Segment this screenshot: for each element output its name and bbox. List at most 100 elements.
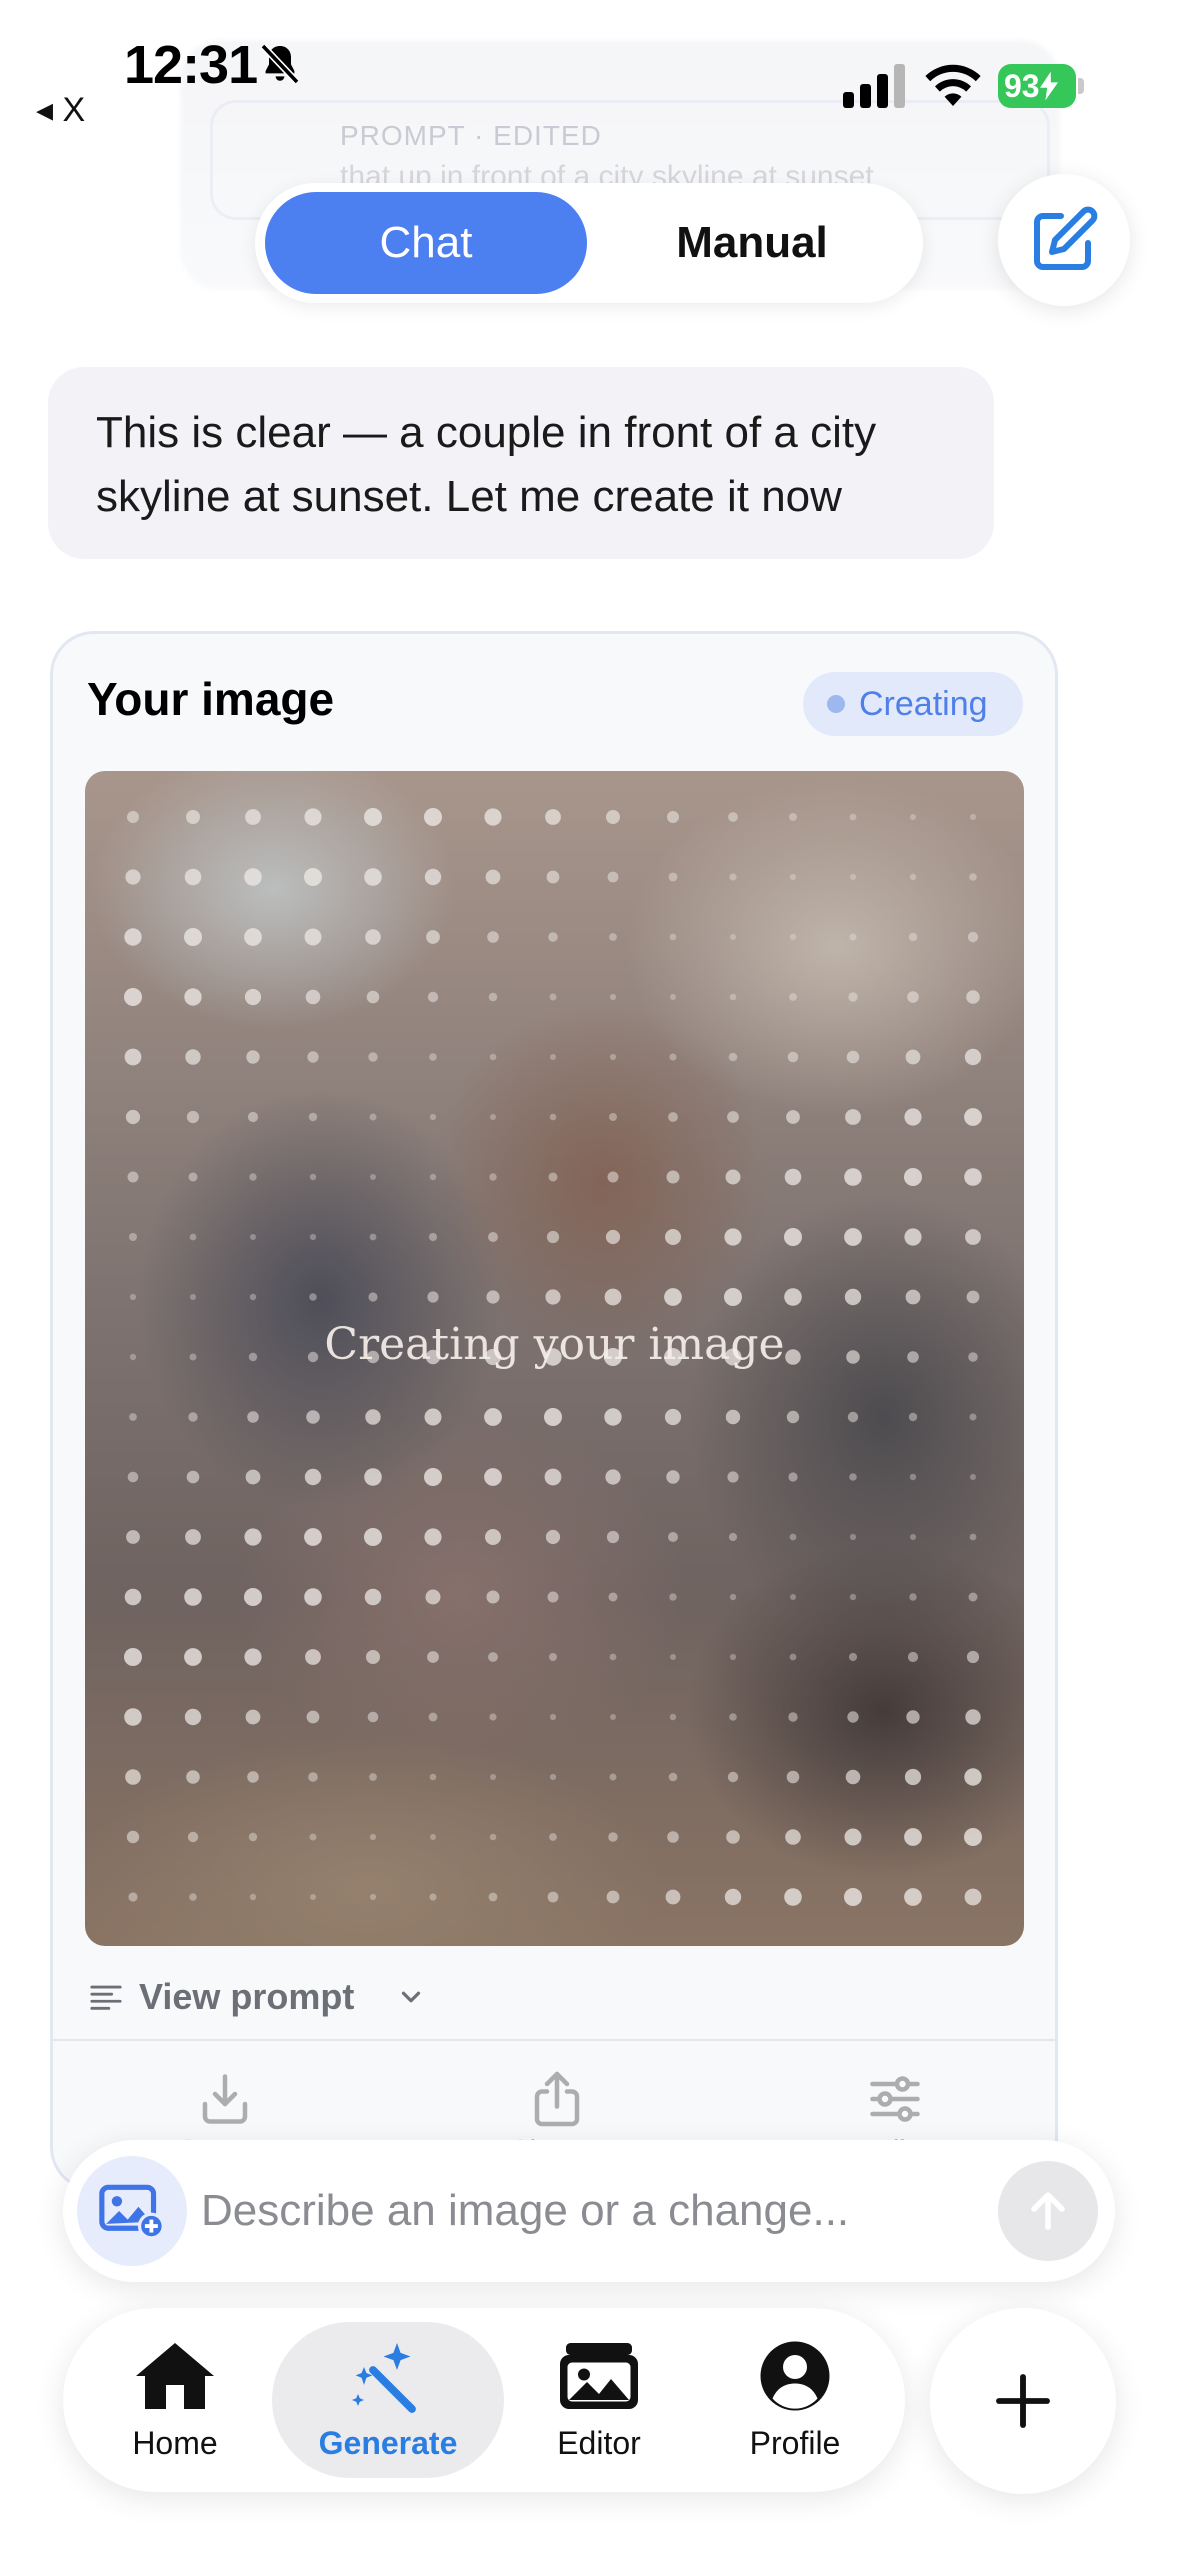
loading-dot	[964, 1888, 982, 1906]
loading-dot	[606, 1530, 620, 1544]
loading-dot	[308, 1772, 318, 1782]
loading-dot	[184, 868, 202, 886]
view-prompt-button[interactable]: View prompt	[89, 1969, 426, 2025]
loading-dot	[907, 991, 919, 1003]
tab-home[interactable]: Home	[75, 2322, 275, 2478]
compose-icon	[1034, 206, 1098, 270]
tab-home-label: Home	[132, 2424, 218, 2461]
loading-dot	[846, 1050, 860, 1064]
loading-dot	[364, 808, 382, 826]
view-prompt-label: View prompt	[139, 1976, 355, 2017]
loading-dot	[244, 928, 262, 946]
loading-dot	[609, 1773, 617, 1781]
create-button[interactable]	[930, 2308, 1116, 2494]
loading-dot	[844, 1228, 862, 1246]
sliders-icon[interactable]	[865, 2069, 925, 2129]
loading-dot	[666, 1470, 680, 1484]
loading-dot	[549, 1653, 557, 1661]
loading-dot	[610, 1714, 616, 1720]
loading-dot	[309, 1833, 317, 1841]
loading-dot	[847, 1411, 859, 1423]
loading-dot	[724, 1288, 742, 1306]
loading-dot	[729, 873, 737, 881]
manual-mode-button[interactable]: Manual	[591, 192, 913, 294]
loading-dot	[604, 1288, 622, 1306]
add-image-button[interactable]	[77, 2156, 187, 2266]
loading-dot	[428, 1232, 438, 1242]
composer	[63, 2140, 1115, 2282]
loading-dot	[604, 1408, 622, 1426]
loading-dot	[124, 928, 142, 946]
loading-dot	[729, 1593, 737, 1601]
loading-dot	[185, 1049, 201, 1065]
loading-dot	[545, 1289, 561, 1305]
loading-dot	[727, 1771, 739, 1783]
tab-editor[interactable]: Editor	[499, 2322, 699, 2478]
battery-level: 93	[1004, 67, 1040, 104]
chat-mode-button[interactable]: Chat	[265, 192, 587, 294]
loading-dot	[364, 868, 382, 886]
add-photo-icon	[99, 2184, 165, 2239]
download-icon[interactable]	[195, 2069, 255, 2129]
loading-dot	[426, 930, 440, 944]
loading-dot	[904, 1168, 922, 1186]
loading-dot	[669, 1053, 677, 1061]
loading-dot	[726, 1830, 740, 1844]
loading-dot	[184, 1648, 202, 1666]
loading-dot	[124, 1708, 142, 1726]
loading-dot	[369, 1893, 377, 1901]
loading-dot	[489, 1173, 497, 1181]
loading-dot	[306, 1410, 320, 1424]
loading-dot	[304, 868, 322, 886]
prompt-input[interactable]	[201, 2170, 901, 2252]
loading-dot	[429, 1773, 437, 1781]
loading-dot	[188, 1172, 198, 1182]
loading-dot	[367, 1711, 379, 1723]
share-icon[interactable]	[527, 2069, 587, 2129]
loading-dot	[549, 1773, 557, 1781]
loading-dot	[786, 1410, 800, 1424]
loading-dot	[125, 869, 141, 885]
loading-dot	[606, 1890, 620, 1904]
loading-dot	[186, 1470, 200, 1484]
loading-dot	[784, 1288, 802, 1306]
loading-dot	[784, 1888, 802, 1906]
loading-dot	[424, 808, 442, 826]
loading-dot	[427, 991, 439, 1003]
bell-muted-icon	[260, 43, 300, 85]
loading-dot	[845, 1769, 861, 1785]
loading-dot	[125, 1769, 141, 1785]
loading-dot	[545, 809, 561, 825]
loading-dot	[490, 1774, 496, 1780]
loading-dot	[849, 1593, 857, 1601]
preview-status-text: Creating your image	[324, 1319, 785, 1370]
tab-generate[interactable]: Generate	[272, 2322, 504, 2478]
loading-dot	[904, 1828, 922, 1846]
tab-profile[interactable]: Profile	[695, 2322, 895, 2478]
send-button[interactable]	[998, 2161, 1098, 2261]
loading-dot	[966, 990, 980, 1004]
status-time: 12:31	[124, 35, 258, 95]
loading-dot	[787, 1051, 799, 1063]
loading-dot	[125, 1109, 141, 1125]
loading-dot	[668, 1772, 678, 1782]
back-to-app-link[interactable]: ◂ X	[36, 90, 85, 130]
loading-dot	[369, 1233, 377, 1241]
loading-dot	[304, 1468, 322, 1486]
loading-dot	[368, 1292, 378, 1302]
loading-dot	[729, 1653, 737, 1661]
loading-dot	[486, 1590, 500, 1604]
loading-dot	[724, 1228, 742, 1246]
battery-indicator: 93	[998, 64, 1076, 108]
new-chat-button[interactable]	[998, 174, 1130, 306]
loading-dot	[306, 1710, 320, 1724]
loading-dot	[127, 1471, 139, 1483]
loading-dot	[310, 1894, 316, 1900]
loading-dot	[788, 1712, 798, 1722]
loading-dot	[427, 1291, 439, 1303]
loading-dot	[488, 1232, 498, 1242]
charging-bolt-icon	[1039, 71, 1058, 101]
loading-dot	[308, 1112, 318, 1122]
loading-dot	[309, 1293, 317, 1301]
loading-dot	[904, 1768, 922, 1786]
